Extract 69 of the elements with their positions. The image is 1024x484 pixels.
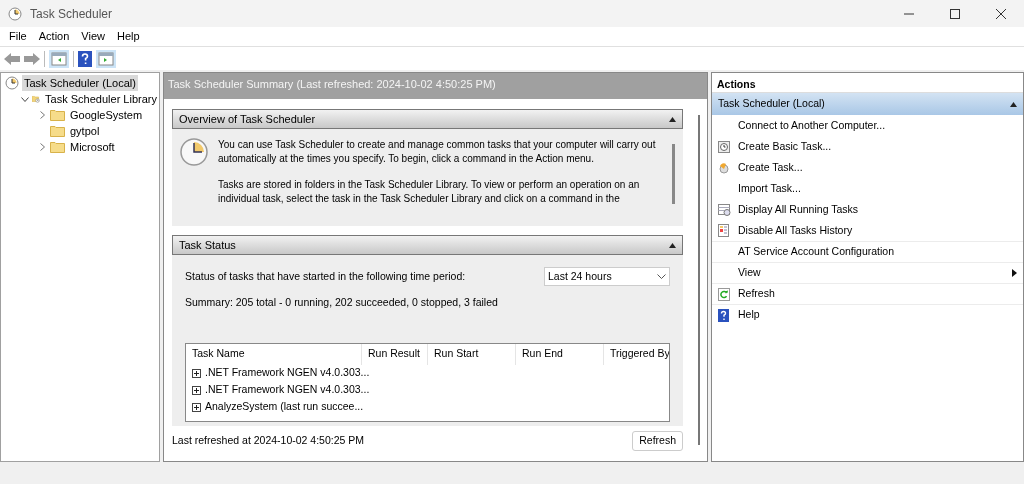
tree-item[interactable]: gytpol	[68, 122, 102, 140]
help-icon[interactable]	[78, 50, 92, 67]
section-header[interactable]: Overview of Task Scheduler	[172, 109, 683, 129]
action-command[interactable]: Connect to Another Computer...	[712, 115, 1023, 136]
action-command[interactable]: Display All Running Tasks	[712, 199, 1023, 220]
close-icon[interactable]	[996, 8, 1006, 19]
tree-item[interactable]: Task Scheduler (Local)	[22, 74, 138, 92]
action-command[interactable]: Refresh	[712, 283, 1023, 304]
table-clock-icon	[718, 203, 731, 216]
action-command[interactable]: Create Basic Task...	[712, 136, 1023, 157]
menu-item[interactable]: View	[76, 28, 110, 45]
submenu-arrow-icon	[1012, 269, 1017, 277]
refresh-icon	[718, 287, 730, 301]
chevron-down-icon[interactable]	[21, 96, 29, 102]
console-tree-icon[interactable]	[49, 49, 69, 68]
task-name[interactable]: .NET Framework NGEN v4.0.303...	[205, 365, 370, 382]
expand-plus-icon[interactable]	[192, 385, 201, 395]
clock-icon	[8, 6, 22, 21]
pane-header: Task Scheduler Summary (Last refreshed: 2024-10-02 4:50:25 PM)	[164, 73, 707, 99]
clock-window-icon	[718, 140, 730, 153]
menu-item[interactable]: File	[4, 28, 32, 45]
clock-sun-icon	[718, 161, 730, 174]
action-command[interactable]: Create Task...	[712, 157, 1023, 178]
tree-item[interactable]: GoogleSystem	[68, 106, 145, 124]
expand-plus-icon[interactable]	[192, 368, 201, 378]
clock-icon	[180, 138, 208, 166]
collapse-triangle-icon	[669, 242, 676, 248]
folder-icon	[50, 109, 65, 121]
menu-item[interactable]: Action	[33, 28, 75, 45]
tree-item[interactable]: Task Scheduler Library	[43, 90, 159, 108]
collapse-triangle-icon	[669, 116, 676, 122]
forward-arrow-icon[interactable]	[24, 52, 40, 65]
tree-item[interactable]: Microsoft	[68, 138, 117, 156]
action-command[interactable]: AT Service Account Configuration	[712, 241, 1023, 262]
section-header[interactable]: Task Status	[172, 235, 683, 255]
maximize-icon[interactable]	[950, 8, 960, 19]
last-refreshed-text: Last refreshed at 2024-10-02 4:50:25 PM	[172, 433, 365, 449]
menu-item[interactable]: Help	[111, 28, 145, 45]
overview-paragraph: Tasks are stored in folders in the Task Scheduler Library. To view or perform an operation on an individual task, select the task in the Task Scheduler Library and click on a command in the	[218, 178, 641, 205]
summary-text: Summary: 205 total - 0 running, 202 succeeded, 0 stopped, 3 failed	[185, 295, 499, 310]
column-header[interactable]: Run Start	[428, 343, 516, 365]
list-document-icon	[718, 224, 729, 237]
action-command[interactable]: Help	[712, 304, 1023, 325]
chevron-right-icon[interactable]	[39, 143, 45, 151]
overview-paragraph: You can use Task Scheduler to create and manage common tasks that your computer will carry out automatically at the times you specify. To begin, click a command in the Action menu.	[218, 138, 657, 165]
chevron-down-icon	[657, 274, 666, 279]
window-title: Task Scheduler	[30, 5, 113, 23]
folder-icon	[50, 125, 65, 137]
action-command[interactable]: Import Task...	[712, 178, 1023, 199]
period-label: Status of tasks that have started in the following time period:	[185, 268, 466, 284]
period-dropdown[interactable]: Last 24 hours	[544, 267, 670, 286]
action-command[interactable]: View	[712, 262, 1023, 283]
chevron-right-icon[interactable]	[39, 111, 45, 119]
expand-plus-icon[interactable]	[192, 402, 201, 412]
action-command[interactable]: Disable All Tasks History	[712, 220, 1023, 241]
help-icon	[718, 308, 729, 322]
column-header[interactable]: Run End	[516, 343, 604, 365]
column-header[interactable]: Run Result	[362, 343, 428, 365]
refresh-button[interactable]: Refresh	[632, 431, 683, 451]
action-group-header[interactable]: Task Scheduler (Local)	[712, 93, 1023, 115]
collapse-triangle-icon	[1010, 101, 1017, 107]
task-name[interactable]: .NET Framework NGEN v4.0.303...	[205, 382, 370, 399]
scrollbar-thumb[interactable]	[698, 115, 700, 445]
back-arrow-icon[interactable]	[4, 52, 20, 65]
column-header[interactable]: Task Name	[186, 343, 362, 365]
task-name[interactable]: AnalyzeSystem (last run succee...	[205, 399, 364, 416]
folder-icon	[50, 141, 65, 153]
clock-icon	[5, 76, 19, 90]
column-header[interactable]: Triggered By	[604, 343, 669, 365]
